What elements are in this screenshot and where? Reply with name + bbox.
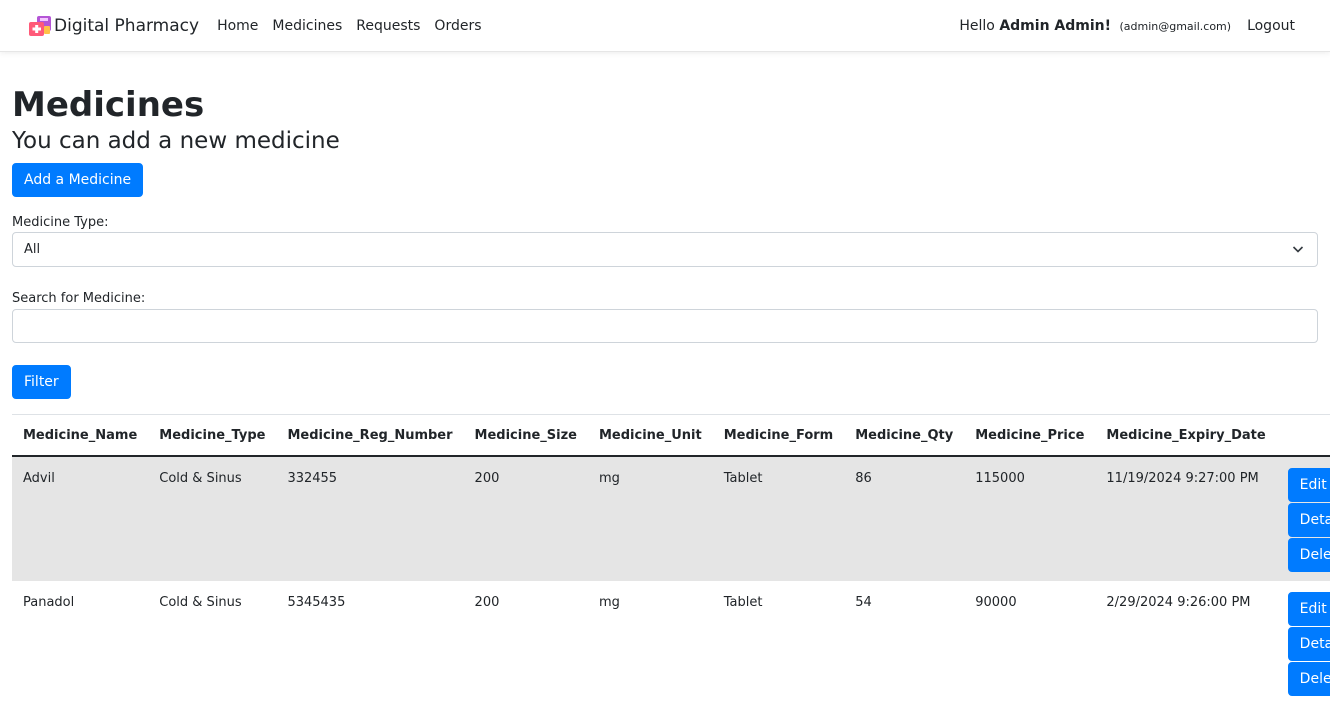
medicine-type-select[interactable]: All <box>12 232 1318 268</box>
pharmacy-logo-icon <box>28 15 53 37</box>
page-subtitle: You can add a new medicine <box>12 127 340 154</box>
header-medicine-name: Medicine_Name <box>12 414 149 458</box>
header-medicine-qty: Medicine_Qty <box>844 414 965 458</box>
header-medicine-form: Medicine_Form <box>712 414 845 458</box>
table-row: Advil Cold & Sinus 332455 200 mg Tablet … <box>12 456 1330 582</box>
cell-reg-number: 332455 <box>287 471 338 487</box>
details-button[interactable]: Details <box>1287 627 1330 662</box>
medicines-table: Medicine_Name Medicine_Type Medicine_Reg… <box>12 414 1330 697</box>
greeting: Hello Admin Admin! (admin@gmail.com) <box>959 18 1231 34</box>
search-input[interactable] <box>12 309 1318 344</box>
header-medicine-type: Medicine_Type <box>148 414 277 458</box>
cell-qty: 86 <box>855 471 872 487</box>
table-header-row: Medicine_Name Medicine_Type Medicine_Reg… <box>12 414 1330 458</box>
header-medicine-price: Medicine_Price <box>964 414 1096 458</box>
greeting-prefix: Hello <box>959 17 995 34</box>
cell-name: Advil <box>23 471 55 487</box>
search-label: Search for Medicine: <box>12 291 146 307</box>
header-actions <box>1276 414 1330 458</box>
user-area: Hello Admin Admin! (admin@gmail.com) Log… <box>959 18 1302 34</box>
nav-links: Home Medicines Requests Orders <box>210 18 488 34</box>
cell-qty: 54 <box>855 595 872 611</box>
medicine-type-value: All <box>12 232 1318 268</box>
cell-name: Panadol <box>23 595 75 611</box>
chevron-down-icon <box>1292 246 1304 254</box>
nav-link-orders[interactable]: Orders <box>427 18 488 34</box>
user-name: Admin Admin! <box>999 17 1112 34</box>
cell-actions: Edit Details Delete <box>1277 456 1330 581</box>
cell-type: Cold & Sinus <box>159 595 242 611</box>
user-email: (admin@gmail.com) <box>1119 19 1232 33</box>
cell-form: Tablet <box>723 595 763 611</box>
edit-button[interactable]: Edit <box>1287 468 1330 503</box>
nav-link-home[interactable]: Home <box>210 18 265 34</box>
cell-unit: mg <box>599 471 620 487</box>
delete-button[interactable]: Delete <box>1287 538 1330 573</box>
edit-button[interactable]: Edit <box>1287 592 1330 627</box>
cell-unit: mg <box>599 595 620 611</box>
medicine-type-label: Medicine Type: <box>12 215 109 231</box>
page-title: Medicines <box>12 85 205 125</box>
logout-link[interactable]: Logout <box>1247 18 1295 34</box>
brand-name: Digital Pharmacy <box>54 15 200 36</box>
delete-button[interactable]: Delete <box>1287 662 1330 697</box>
details-button[interactable]: Details <box>1287 503 1330 538</box>
header-medicine-reg-number: Medicine_Reg_Number <box>276 414 464 458</box>
nav-link-medicines[interactable]: Medicines <box>265 18 349 34</box>
cell-price: 115000 <box>975 471 1025 487</box>
add-medicine-button[interactable]: Add a Medicine <box>12 163 144 198</box>
cell-expiry-date: 2/29/2024 9:26:00 PM <box>1106 595 1251 611</box>
navbar: Digital Pharmacy Home Medicines Requests… <box>0 0 1330 52</box>
header-medicine-size: Medicine_Size <box>463 414 588 458</box>
cell-type: Cold & Sinus <box>159 471 242 487</box>
cell-price: 90000 <box>975 595 1017 611</box>
brand[interactable]: Digital Pharmacy <box>28 15 199 37</box>
nav-link-requests[interactable]: Requests <box>349 18 427 34</box>
cell-form: Tablet <box>723 471 763 487</box>
main-content: Medicines You can add a new medicine Add… <box>0 85 1330 697</box>
header-medicine-unit: Medicine_Unit <box>588 414 713 458</box>
cell-expiry-date: 11/19/2024 9:27:00 PM <box>1106 471 1259 487</box>
cell-size: 200 <box>474 595 500 611</box>
cell-size: 200 <box>474 471 500 487</box>
header-medicine-expiry-date: Medicine_Expiry_Date <box>1095 414 1277 458</box>
cell-reg-number: 5345435 <box>287 595 346 611</box>
table-row: Panadol Cold & Sinus 5345435 200 mg Tabl… <box>12 581 1330 697</box>
filter-button[interactable]: Filter <box>12 365 71 400</box>
cell-actions: Edit Details Delete <box>1277 581 1330 697</box>
